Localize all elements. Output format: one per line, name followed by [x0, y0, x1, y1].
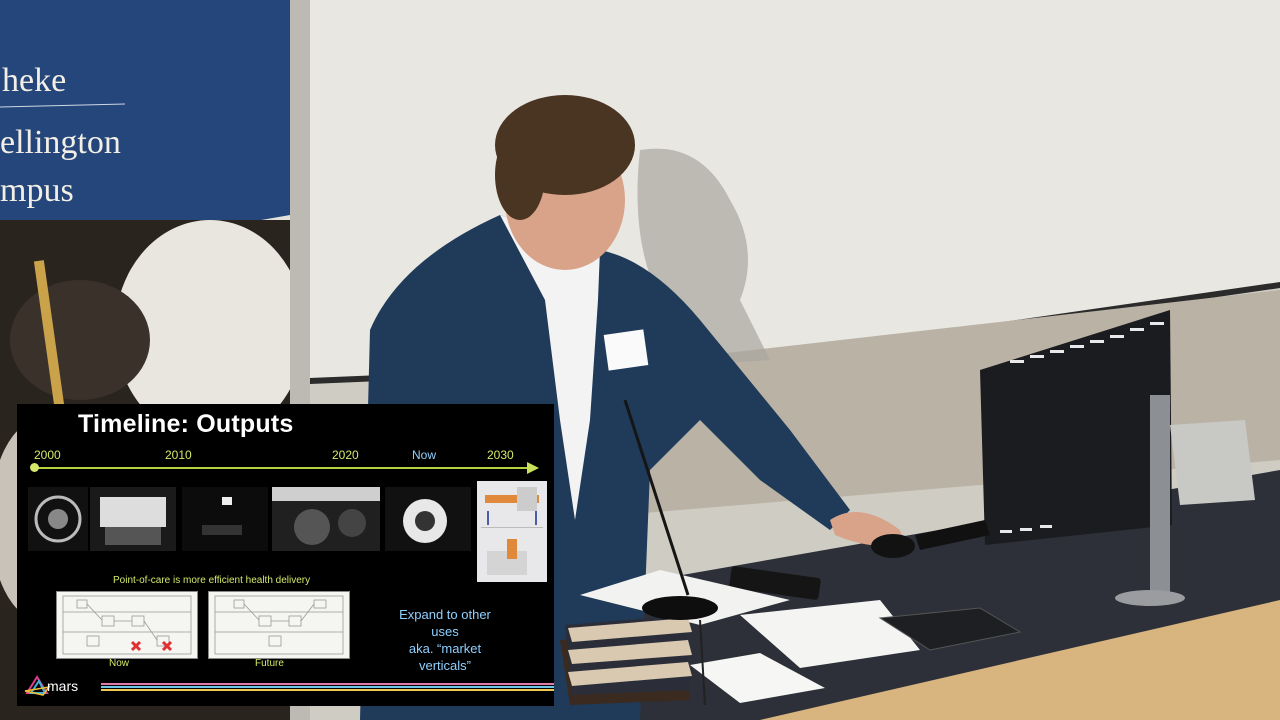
timeline-label-now: Now: [412, 448, 437, 462]
desk-lamp: [1170, 420, 1255, 505]
flow-label-now: Now: [109, 658, 130, 669]
notebook-stack: [560, 615, 692, 705]
expand-note-line-1: Expand to other uses: [399, 607, 491, 639]
expand-note-line-2: aka. “market verticals”: [408, 641, 482, 673]
timeline-label-2010: 2010: [165, 448, 192, 462]
brand-stripes: [101, 683, 554, 691]
name-badge: [603, 329, 649, 371]
thumbnail-5: [385, 487, 471, 551]
banner-text-1: heke: [2, 62, 67, 99]
expand-note: Expand to other uses aka. “market vertic…: [385, 606, 505, 674]
mouse: [871, 534, 915, 558]
banner-text-3: mpus: [0, 172, 74, 209]
timeline-label-2020: 2020: [332, 448, 359, 462]
monitor-arm: [1150, 395, 1170, 595]
timeline-label-2030: 2030: [487, 448, 514, 462]
thumbnail-1: [28, 487, 88, 551]
flow-label-future: Future: [255, 658, 284, 669]
point-of-care-caption: Point-of-care is more efficient health d…: [113, 575, 311, 586]
flow-diagram-now: [56, 591, 198, 659]
flow-diagram-future: [208, 591, 350, 659]
mars-brand-text: mars: [47, 678, 79, 694]
thumbnail-3: [182, 487, 268, 551]
timeline-axis: [34, 467, 534, 469]
slide-overlay: Timeline: Outputs 2000 2010 2020 Now 203…: [17, 404, 554, 706]
timeline-label-2000: 2000: [34, 448, 61, 462]
thumbnail-4: [272, 487, 380, 551]
timeline-arrow-icon: [527, 462, 539, 474]
banner-text-2: ellington: [0, 124, 121, 161]
thumbnail-future-scanner: [477, 481, 547, 582]
timeline-start-dot: [30, 463, 39, 472]
thumbnail-2: [90, 487, 176, 551]
microphone-base: [642, 596, 718, 620]
slide-title: Timeline: Outputs: [78, 410, 294, 438]
